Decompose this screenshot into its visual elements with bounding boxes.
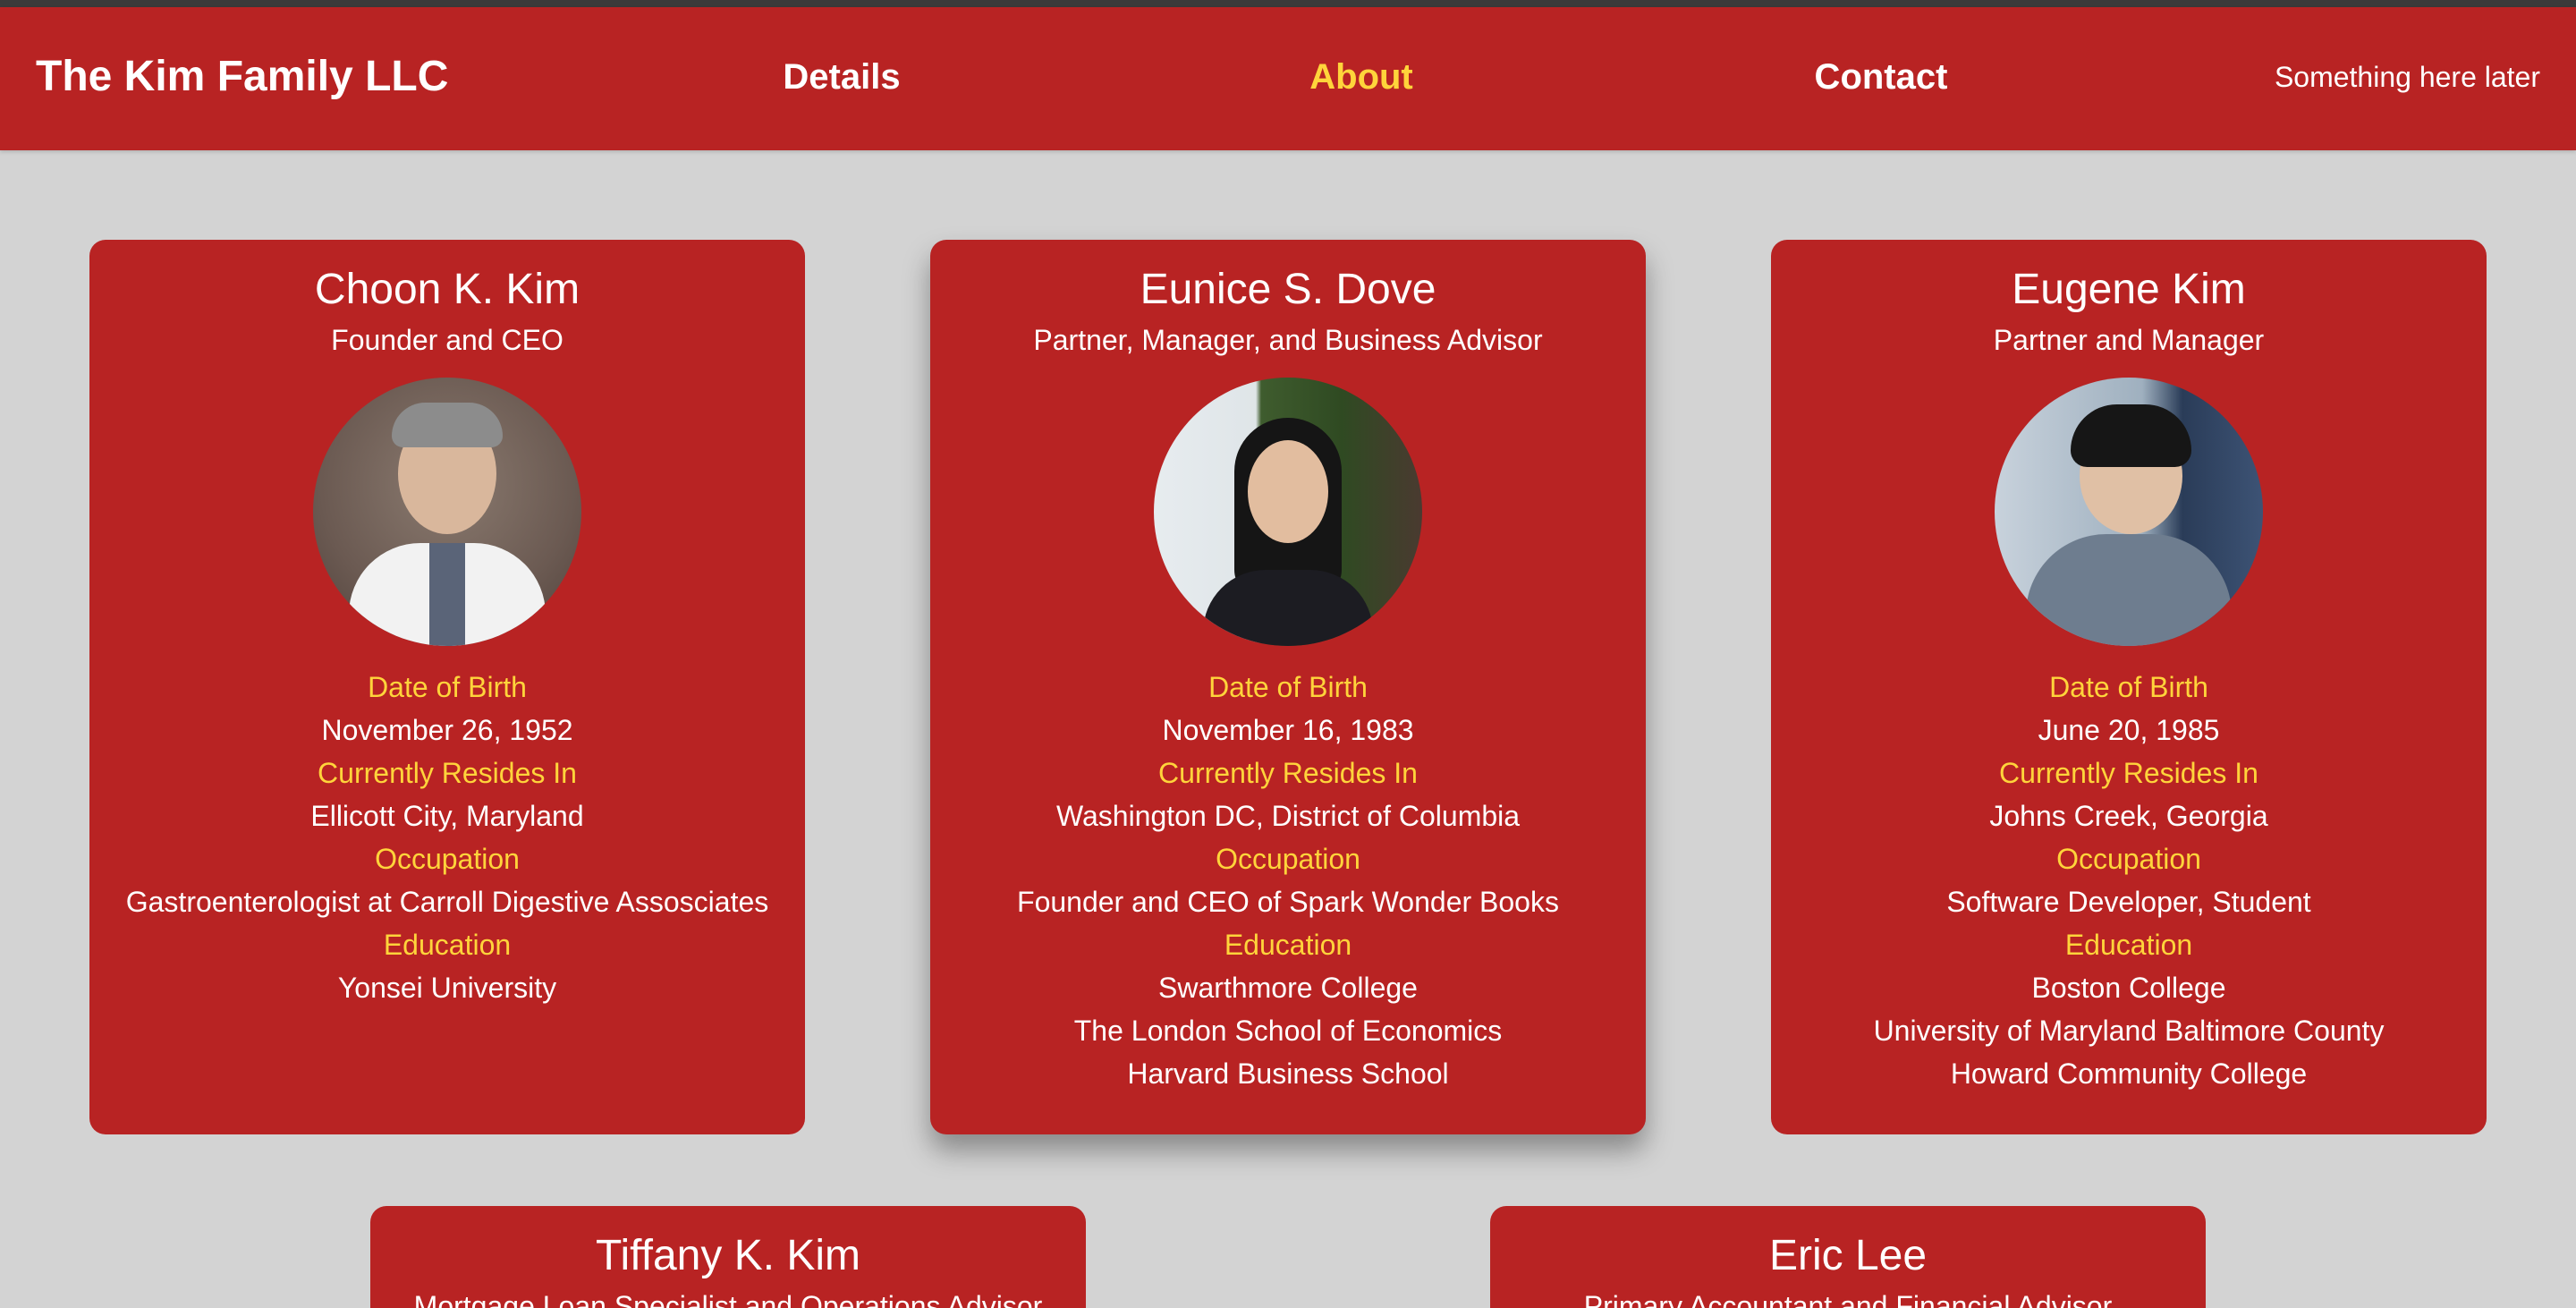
dob-value: June 20, 1985 [2038, 714, 2220, 746]
dob-value: November 16, 1983 [1162, 714, 1414, 746]
dob-value: November 26, 1952 [321, 714, 573, 746]
member-name: Tiffany K. Kim [595, 1232, 861, 1279]
brand-title[interactable]: The Kim Family LLC [36, 52, 448, 101]
navbar: The Kim Family LLC Details About Contact… [0, 7, 2576, 150]
dob-label: Date of Birth [368, 671, 527, 703]
occupation-value: Founder and CEO of Spark Wonder Books [1017, 886, 1559, 918]
member-role: Founder and CEO [331, 324, 564, 356]
education-item: Yonsei University [337, 972, 557, 1004]
member-name: Choon K. Kim [314, 266, 580, 313]
member-card-tiffany: Tiffany K. Kim Mortgage Loan Specialist … [370, 1206, 1086, 1308]
resides-value: Ellicott City, Maryland [310, 800, 584, 832]
occupation-label: Occupation [375, 843, 520, 875]
education-item: University of Maryland Baltimore County [1873, 1015, 2385, 1047]
dob-label: Date of Birth [1208, 671, 1368, 703]
education-item: Harvard Business School [1127, 1057, 1449, 1090]
member-photo [1995, 378, 2263, 646]
browser-top-edge [0, 0, 2576, 7]
member-name: Eric Lee [1768, 1232, 1928, 1279]
nav-link-details[interactable]: Details [783, 57, 900, 98]
member-role: Partner, Manager, and Business Advisor [1033, 324, 1543, 356]
resides-value: Johns Creek, Georgia [1989, 800, 2268, 832]
member-name: Eunice S. Dove [1140, 266, 1436, 313]
member-info: Date of Birth November 16, 1983 Currentl… [930, 666, 1646, 1095]
dob-label: Date of Birth [2049, 671, 2208, 703]
member-role: Mortgage Loan Specialist and Operations … [413, 1290, 1043, 1308]
nav-link-contact[interactable]: Contact [1815, 57, 1948, 98]
education-label: Education [2064, 929, 2193, 961]
resides-label: Currently Resides In [1158, 757, 1418, 789]
resides-label: Currently Resides In [318, 757, 577, 789]
member-card-eric: Eric Lee Primary Accountant and Financia… [1490, 1206, 2206, 1308]
education-item: Boston College [2031, 972, 2226, 1004]
resides-label: Currently Resides In [1999, 757, 2258, 789]
member-info: Date of Birth November 26, 1952 Currentl… [89, 666, 805, 1009]
education-label: Education [383, 929, 512, 961]
member-role: Primary Accountant and Financial Advisor [1583, 1290, 2113, 1308]
occupation-value: Gastroenterologist at Carroll Digestive … [125, 886, 769, 918]
member-info: Date of Birth June 20, 1985 Currently Re… [1771, 666, 2487, 1095]
member-card-eugene: Eugene Kim Partner and Manager Date of B… [1771, 240, 2487, 1134]
member-name: Eugene Kim [2012, 266, 2246, 313]
occupation-label: Occupation [2056, 843, 2201, 875]
member-card-eunice: Eunice S. Dove Partner, Manager, and Bus… [930, 240, 1646, 1134]
member-photo [313, 378, 581, 646]
education-item: Swarthmore College [1158, 972, 1418, 1004]
resides-value: Washington DC, District of Columbia [1055, 800, 1521, 832]
member-card-choon: Choon K. Kim Founder and CEO Date of Bir… [89, 240, 805, 1134]
member-photo [1154, 378, 1422, 646]
member-role: Partner and Manager [1993, 324, 2265, 356]
education-item: Howard Community College [1950, 1057, 2308, 1090]
occupation-label: Occupation [1216, 843, 1360, 875]
nav-placeholder-text: Something here later [2274, 61, 2540, 93]
occupation-value: Software Developer, Student [1946, 886, 2311, 918]
education-item: The London School of Economics [1073, 1015, 1503, 1047]
nav-link-about[interactable]: About [1309, 57, 1413, 98]
education-label: Education [1224, 929, 1352, 961]
